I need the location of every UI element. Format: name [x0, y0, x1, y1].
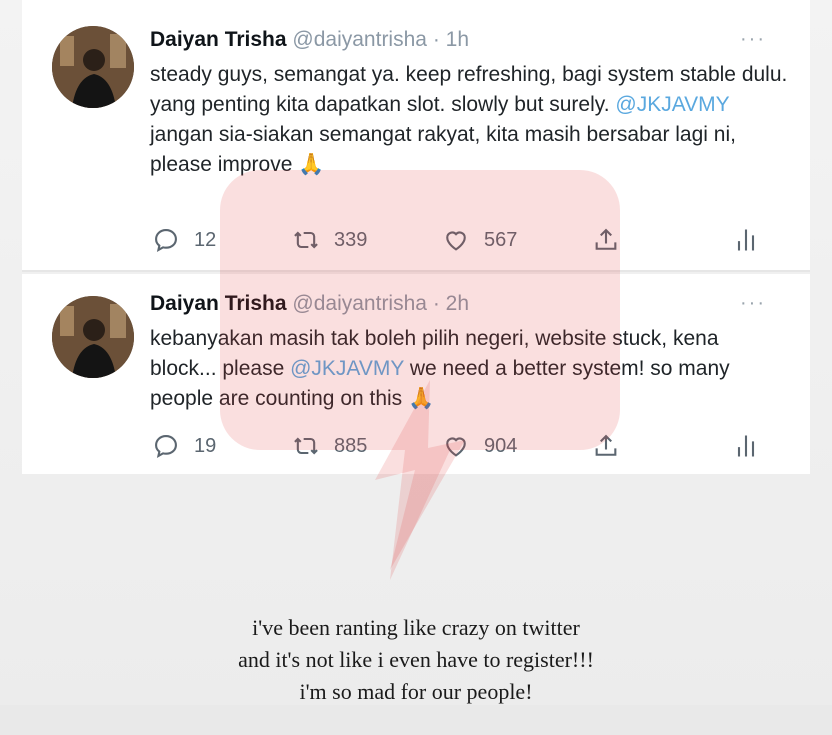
reply-icon	[155, 435, 177, 458]
tweet-card-2[interactable]: Daiyan Trisha @daiyantrisha · 2h ··· keb…	[22, 274, 810, 474]
bottom-bar	[0, 705, 832, 735]
story-caption: i've been ranting like crazy on twitter …	[0, 612, 832, 708]
heart-icon	[446, 437, 466, 457]
separator-dot: ·	[432, 28, 440, 51]
tweet-text: steady guys, semangat ya. keep refreshin…	[150, 60, 790, 180]
reply-button[interactable]: 19	[152, 432, 216, 460]
user-handle[interactable]: @daiyantrisha	[292, 28, 427, 51]
avatar[interactable]	[52, 26, 134, 108]
tweet-divider	[22, 270, 810, 272]
tweet-header: Daiyan Trisha @daiyantrisha · 1h	[150, 28, 469, 52]
like-button[interactable]: 904	[442, 432, 517, 460]
separator-dot: ·	[432, 292, 440, 315]
tweet-text: kebanyakan masih tak boleh pilih negeri,…	[150, 324, 790, 414]
analytics-icon	[737, 229, 755, 251]
display-name[interactable]: Daiyan Trisha	[150, 292, 287, 315]
retweet-count: 339	[334, 228, 368, 251]
share-button[interactable]	[592, 432, 620, 460]
tweet-text-part: jangan sia-siakan semangat rakyat, kita …	[150, 123, 736, 176]
heart-icon	[446, 231, 466, 251]
more-icon[interactable]: ···	[740, 28, 766, 51]
analytics-button[interactable]	[732, 226, 760, 254]
tweet-actions: 19 885 904	[152, 432, 772, 462]
retweet-button[interactable]: 339	[292, 226, 367, 254]
retweet-count: 885	[334, 434, 368, 457]
timestamp[interactable]: 1h	[446, 28, 469, 51]
avatar-photo	[52, 296, 134, 378]
mention-link[interactable]: @JKJAVMY	[290, 357, 404, 380]
retweet-icon	[294, 231, 318, 249]
tweet-actions: 12 339 567	[152, 226, 772, 256]
avatar-photo	[52, 26, 134, 108]
user-handle[interactable]: @daiyantrisha	[292, 292, 427, 315]
reply-icon	[155, 229, 177, 252]
caption-line: and it's not like i even have to registe…	[238, 647, 594, 672]
like-count: 904	[484, 434, 518, 457]
caption-line: i've been ranting like crazy on twitter	[252, 615, 580, 640]
more-icon[interactable]: ···	[740, 292, 766, 315]
retweet-icon	[294, 437, 318, 455]
caption-line: i'm so mad for our people!	[299, 679, 533, 704]
avatar[interactable]	[52, 296, 134, 378]
reply-button[interactable]: 12	[152, 226, 216, 254]
analytics-icon	[737, 435, 755, 457]
share-icon	[595, 228, 617, 250]
like-button[interactable]: 567	[442, 226, 517, 254]
tweet-header: Daiyan Trisha @daiyantrisha · 2h	[150, 292, 469, 316]
tweet-card-1[interactable]: Daiyan Trisha @daiyantrisha · 1h ··· ste…	[22, 0, 810, 270]
timestamp[interactable]: 2h	[446, 292, 469, 315]
display-name[interactable]: Daiyan Trisha	[150, 28, 287, 51]
like-count: 567	[484, 228, 518, 251]
share-button[interactable]	[592, 226, 620, 254]
mention-link[interactable]: @JKJAVMY	[615, 93, 729, 116]
reply-count: 19	[194, 434, 217, 457]
analytics-button[interactable]	[732, 432, 760, 460]
reply-count: 12	[194, 228, 217, 251]
pray-emoji: 🙏	[408, 387, 435, 410]
retweet-button[interactable]: 885	[292, 432, 367, 460]
story-screenshot: Daiyan Trisha @daiyantrisha · 1h ··· ste…	[0, 0, 832, 735]
share-icon	[595, 434, 617, 456]
pray-emoji: 🙏	[298, 153, 325, 176]
